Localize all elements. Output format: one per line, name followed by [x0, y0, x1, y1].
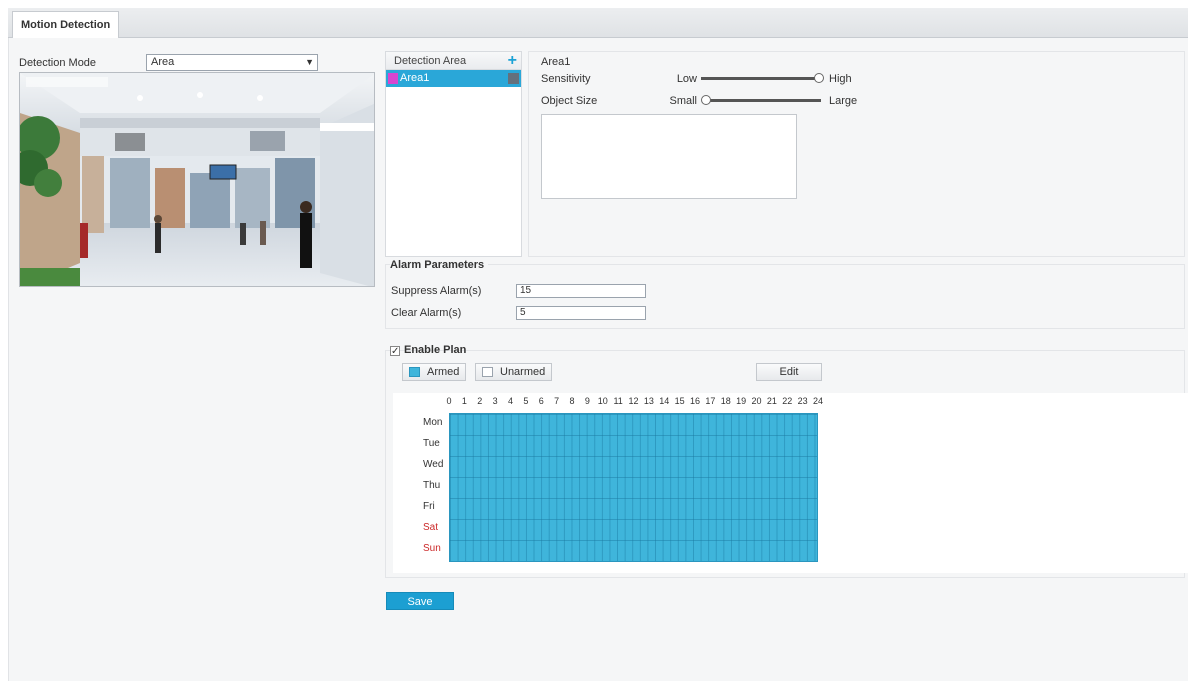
detection-mode-value: Area [151, 56, 175, 68]
hour-label: 2 [477, 396, 483, 406]
object-size-large-label: Large [829, 95, 858, 107]
add-area-icon[interactable]: + [508, 52, 517, 69]
hour-label: 17 [705, 396, 716, 406]
main-content: Detection Mode Area ▼ Detection Area + A… [8, 38, 1188, 681]
detection-mode-select[interactable]: Area ▼ [146, 54, 318, 71]
hour-label: 18 [720, 396, 731, 406]
object-size-preview-box [541, 114, 797, 199]
hour-label: 8 [569, 396, 575, 406]
hour-label: 10 [597, 396, 608, 406]
hour-label: 21 [766, 396, 777, 406]
day-label: Mon [423, 417, 443, 428]
object-size-label: Object Size [541, 95, 598, 107]
detection-area-header: Detection Area + [386, 52, 521, 70]
hour-label: 3 [492, 396, 498, 406]
object-size-track [705, 99, 821, 102]
tab-bar: Motion Detection [8, 8, 1188, 39]
enable-plan-label: Enable Plan [404, 344, 467, 356]
video-frame [20, 73, 374, 286]
area-settings-title: Area1 [541, 56, 571, 68]
alarm-parameters-section: Alarm Parameters Suppress Alarm(s) 15 Cl… [385, 259, 1185, 329]
hour-label: 6 [538, 396, 544, 406]
hour-label: 1 [461, 396, 467, 406]
sensitivity-track [701, 77, 819, 80]
hour-label: 12 [628, 396, 639, 406]
sensitivity-high-label: High [829, 73, 852, 85]
day-label: Tue [423, 438, 440, 449]
hour-label: 19 [736, 396, 747, 406]
hour-label: 9 [584, 396, 590, 406]
delete-area-icon[interactable] [508, 73, 519, 84]
suppress-alarm-input[interactable]: 15 [516, 284, 646, 298]
hour-label: 5 [523, 396, 529, 406]
chevron-down-icon: ▼ [305, 57, 314, 67]
sensitivity-low-label: Low [676, 73, 697, 85]
clear-alarm-label: Clear Alarm(s) [391, 307, 462, 319]
sensitivity-slider[interactable] [701, 72, 825, 85]
area-list-item[interactable]: Area1 [386, 70, 521, 87]
hour-label: 23 [797, 396, 808, 406]
hour-label: 20 [751, 396, 762, 406]
hour-label: 7 [554, 396, 560, 406]
day-label: Sat [423, 522, 439, 533]
hour-label: 14 [659, 396, 670, 406]
edit-plan-button[interactable]: Edit [756, 363, 822, 381]
area-settings-panel: Area1 Sensitivity Low High Object Size S… [528, 51, 1185, 257]
hour-label: 11 [613, 396, 623, 406]
enable-plan-checkbox[interactable]: ✓ [390, 346, 400, 357]
alarm-parameters-title: Alarm Parameters [390, 259, 489, 271]
enable-plan-row: ✓ Enable Plan [390, 344, 466, 358]
hour-label: 0 [446, 396, 452, 406]
suppress-alarm-label: Suppress Alarm(s) [391, 285, 482, 297]
area-item-label: Area1 [400, 72, 430, 84]
hour-label: 15 [674, 396, 685, 406]
sensitivity-thumb[interactable] [814, 73, 824, 83]
clear-alarm-input[interactable]: 5 [516, 306, 646, 320]
schedule-panel: 0 1 2 3 4 5 6 7 8 9 10 11 12 13 14 15 16 17 18 19 20 21 22 23 24… [393, 393, 1188, 573]
hour-label: 16 [689, 396, 700, 406]
unarmed-label: Unarmed [500, 366, 546, 378]
object-size-small-label: Small [669, 95, 697, 107]
object-size-thumb[interactable] [701, 95, 711, 105]
detection-area-panel: Detection Area + Area1 [385, 51, 522, 257]
object-size-slider[interactable] [701, 94, 825, 107]
unarmed-swatch [482, 367, 493, 377]
armed-button[interactable]: Armed [402, 363, 467, 381]
area-color-swatch [388, 73, 398, 84]
day-label: Fri [423, 501, 435, 512]
tab-motion-detection[interactable]: Motion Detection [12, 11, 120, 39]
armed-swatch [409, 367, 420, 377]
schedule-grid[interactable] [449, 413, 818, 562]
day-label: Thu [423, 480, 441, 491]
hour-label: 13 [643, 396, 654, 406]
sensitivity-label: Sensitivity [541, 73, 591, 85]
save-button[interactable]: Save [386, 592, 454, 610]
live-video-preview[interactable] [19, 72, 375, 287]
hour-label: 24 [812, 396, 823, 406]
detection-mode-label: Detection Mode [19, 57, 97, 69]
day-label: Wed [423, 459, 444, 470]
hour-label: 4 [507, 396, 513, 406]
hour-label: 22 [782, 396, 793, 406]
detection-area-title: Detection Area [394, 55, 467, 67]
armed-label: Armed [427, 366, 460, 378]
day-label: Sun [423, 543, 441, 554]
unarmed-button[interactable]: Unarmed [475, 363, 553, 381]
